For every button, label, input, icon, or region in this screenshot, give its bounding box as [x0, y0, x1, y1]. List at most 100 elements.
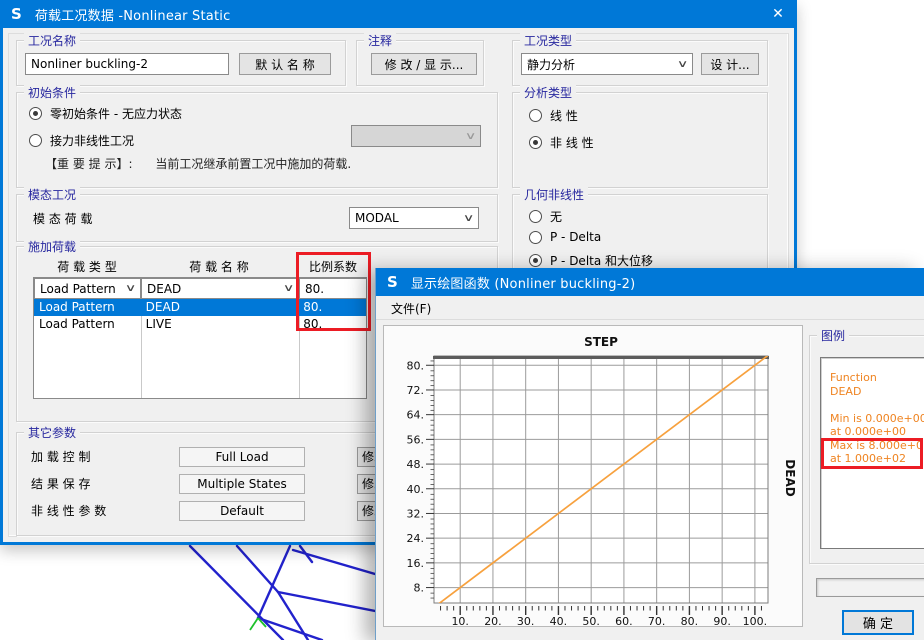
group-geometric-nonlinearity-label: 几何非线性: [520, 186, 589, 203]
radio-linear[interactable]: 线 性: [529, 107, 578, 124]
group-analysis-type-label: 分析类型: [520, 84, 577, 101]
legend-line: [830, 398, 924, 412]
col-header-load-type: 荷 载 类 型: [57, 260, 117, 274]
radio-continue-nonlinear[interactable]: 接力非线性工况: [29, 132, 134, 149]
svg-text:40.: 40.: [550, 615, 568, 626]
radio-icon: [529, 210, 542, 223]
legend-listbox[interactable]: Function DEAD Min is 0.000e+00 at 0.000e+0…: [820, 357, 924, 549]
case-type-selected: 静力分析: [527, 57, 576, 72]
dialog2-titlebar[interactable]: S 显示绘图函数 (Nonliner buckling-2): [376, 268, 924, 296]
group-other-params-label: 其它参数: [24, 424, 81, 441]
group-case-type: 工况类型 静力分析 ∨ 设 计...: [512, 32, 768, 86]
notes-modify-show-button[interactable]: 修 改 / 显 示...: [371, 53, 477, 75]
edit-load-type-select[interactable]: Load Pattern ∨: [34, 278, 141, 299]
radio-label: P - Delta: [550, 230, 602, 244]
svg-text:64.: 64.: [407, 409, 425, 422]
dialog1-title: 荷载工况数据 -Nonlinear Static: [34, 8, 231, 24]
table-row[interactable]: Load Pattern DEAD 80.: [34, 299, 366, 316]
group-case-name-label: 工况名称: [24, 32, 81, 49]
previous-case-select: ∨: [351, 125, 481, 147]
chevron-down-icon: ∨: [676, 58, 689, 70]
svg-text:48.: 48.: [407, 458, 425, 471]
ok-button[interactable]: 确 定: [842, 610, 914, 635]
svg-text:30.: 30.: [517, 615, 535, 626]
case-type-select[interactable]: 静力分析 ∨: [521, 53, 693, 75]
group-notes: 注释 修 改 / 显 示...: [356, 32, 484, 86]
radio-label: 零初始条件 - 无应力状态: [50, 107, 182, 121]
radio-label: 线 性: [550, 109, 578, 123]
app-logo-icon: S: [11, 5, 22, 23]
dialog1-titlebar[interactable]: S 荷载工况数据 -Nonlinear Static ✕: [0, 0, 797, 28]
svg-text:100.: 100.: [743, 615, 768, 626]
loads-table[interactable]: Load Pattern ∨ DEAD ∨ 80. Load Pattern DE…: [33, 277, 367, 399]
radio-zero-initial[interactable]: 零初始条件 - 无应力状态: [29, 105, 182, 122]
wireframe-svg: [188, 545, 375, 640]
radio-nonlinear[interactable]: 非 线 性: [529, 134, 594, 151]
svg-text:80.: 80.: [681, 615, 699, 626]
table-row[interactable]: Load Pattern LIVE 80.: [34, 316, 366, 333]
case-name-input[interactable]: Nonliner buckling-2: [25, 53, 229, 75]
group-loads-applied-label: 施加荷载: [24, 238, 81, 255]
chevron-down-icon: ∨: [462, 212, 475, 224]
group-analysis-type: 分析类型 线 性 非 线 性: [512, 84, 768, 188]
default-name-button[interactable]: 默 认 名 称: [239, 53, 331, 75]
svg-text:60.: 60.: [615, 615, 633, 626]
col-header-load-name: 荷 载 名 称: [189, 260, 249, 274]
group-case-type-label: 工况类型: [520, 32, 577, 49]
menu-file[interactable]: 文件(F): [384, 298, 438, 319]
svg-text:DEAD: DEAD: [783, 459, 797, 496]
radio-icon: [29, 107, 42, 120]
edit-load-type-value: Load Pattern: [40, 281, 116, 296]
svg-text:70.: 70.: [648, 615, 666, 626]
modal-case-select[interactable]: MODAL ∨: [349, 207, 479, 229]
legend-line: Max is 8.000e+01: [830, 438, 924, 452]
table-cell: 80.: [303, 317, 323, 331]
chart-panel: STEP 8. 16. 24. 32. 40. 48. 56. 64. 72. 80. 10. 20. 3…: [383, 325, 803, 628]
col-header-scale-factor: 比例系数: [308, 260, 357, 274]
radio-p-delta[interactable]: P - Delta: [529, 230, 601, 244]
param-value-box[interactable]: Default: [179, 501, 305, 521]
group-case-name: 工况名称 Nonliner buckling-2 默 认 名 称: [16, 32, 346, 86]
svg-text:STEP: STEP: [584, 335, 618, 349]
svg-text:90.: 90.: [713, 615, 731, 626]
table-cell: DEAD: [145, 300, 180, 314]
radio-none[interactable]: 无: [529, 208, 562, 225]
radio-icon: [29, 134, 42, 147]
svg-text:72.: 72.: [407, 384, 425, 397]
svg-text:80.: 80.: [407, 359, 425, 372]
table-cell: Load Pattern: [39, 300, 115, 314]
edit-load-name-select[interactable]: DEAD ∨: [141, 278, 299, 299]
svg-text:24.: 24.: [407, 532, 425, 545]
design-button[interactable]: 设 计...: [701, 53, 759, 75]
table-cell: LIVE: [145, 317, 172, 331]
chevron-down-icon: ∨: [124, 283, 137, 294]
status-readout-bar: [816, 578, 924, 597]
legend-line: at 1.000e+02: [830, 452, 907, 465]
svg-text:20.: 20.: [484, 615, 502, 626]
svg-text:56.: 56.: [407, 433, 425, 446]
close-icon[interactable]: ✕: [765, 2, 791, 26]
radio-p-delta-large-disp[interactable]: P - Delta 和大位移: [529, 252, 653, 269]
radio-icon: [529, 254, 542, 267]
important-hint-text: 【重 要 提 示】: 当前工况继承前置工况中施加的荷载.: [45, 157, 352, 171]
radio-icon: [529, 109, 542, 122]
group-initial-conditions-label: 初始条件: [24, 84, 81, 101]
chevron-down-icon: ∨: [282, 283, 295, 294]
radio-label: 接力非线性工况: [50, 134, 135, 148]
group-initial-conditions: 初始条件 零初始条件 - 无应力状态 接力非线性工况 ∨ 【重 要 提 示】: …: [16, 84, 498, 188]
svg-text:8.: 8.: [414, 582, 425, 595]
radio-icon: [529, 136, 542, 149]
chevron-down-icon: ∨: [464, 130, 477, 142]
svg-text:32.: 32.: [407, 507, 425, 520]
modal-load-label: 模 态 荷 载: [33, 212, 93, 226]
modal-case-selected: MODAL: [355, 211, 399, 225]
group-notes-label: 注释: [364, 32, 397, 49]
dialog2-title: 显示绘图函数 (Nonliner buckling-2): [410, 276, 636, 292]
edit-scale-factor-input[interactable]: 80.: [299, 278, 366, 299]
table-cell: Load Pattern: [39, 317, 115, 331]
param-value-box[interactable]: Full Load: [179, 447, 305, 467]
param-value-box[interactable]: Multiple States: [179, 474, 305, 494]
group-legend: 图例 Function DEAD Min is 0.000e+00 at 0.000…: [809, 327, 924, 564]
radio-icon: [529, 230, 542, 244]
group-modal-case-label: 模态工况: [24, 186, 81, 203]
